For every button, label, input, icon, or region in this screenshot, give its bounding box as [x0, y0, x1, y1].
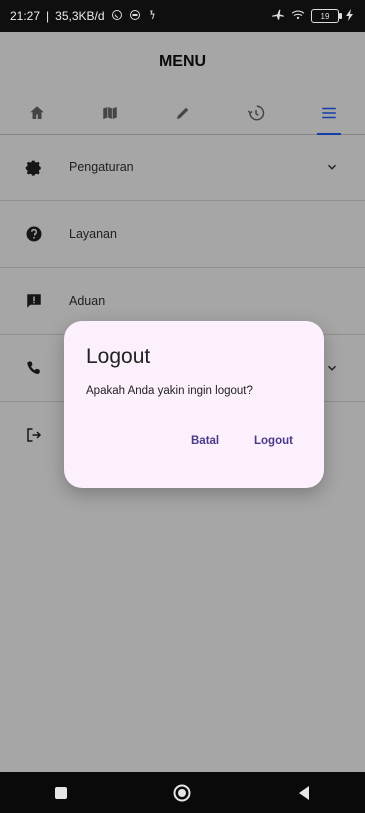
status-right: 19 [271, 8, 355, 25]
logout-dialog: Logout Apakah Anda yakin ingin logout? B… [64, 321, 324, 488]
charging-icon [345, 8, 355, 24]
square-icon [54, 786, 67, 799]
dialog-title: Logout [86, 345, 151, 368]
whatsapp-icon [111, 9, 123, 24]
back-triangle-icon [299, 785, 310, 800]
status-network-speed: 35,3KB/d [55, 9, 105, 23]
vpn-icon [129, 9, 141, 24]
system-navigation-bar [0, 772, 365, 813]
status-left: 21:27 | 35,3KB/d [10, 9, 159, 24]
back-button[interactable] [284, 773, 324, 813]
airplane-icon [271, 8, 285, 25]
cancel-button[interactable]: Batal [191, 435, 219, 447]
status-divider: | [46, 9, 50, 23]
circle-icon [173, 784, 191, 801]
dialog-message: Apakah Anda yakin ingin logout? [86, 385, 253, 397]
status-bar: 21:27 | 35,3KB/d 19 [0, 0, 365, 32]
app-notification-icon [147, 9, 159, 24]
battery-icon: 19 [311, 9, 342, 23]
home-button[interactable] [162, 773, 202, 813]
battery-level: 19 [320, 11, 330, 21]
recent-apps-button[interactable] [41, 773, 81, 813]
status-time: 21:27 [10, 9, 41, 23]
confirm-logout-button[interactable]: Logout [254, 435, 293, 447]
wifi-icon [291, 8, 305, 25]
